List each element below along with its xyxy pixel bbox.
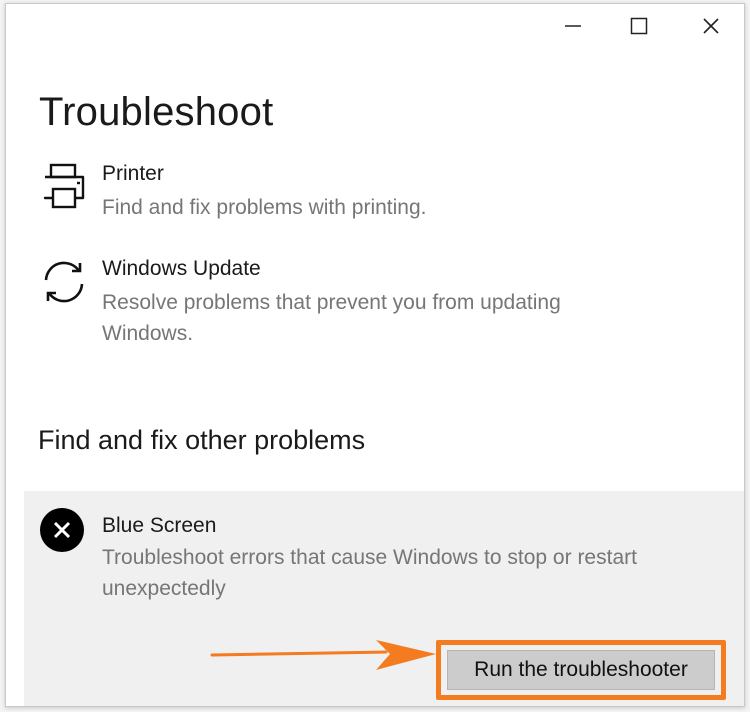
troubleshooter-name: Windows Update (102, 257, 261, 280)
troubleshooter-description: Troubleshoot errors that cause Windows t… (102, 546, 637, 600)
sync-icon (36, 256, 92, 312)
troubleshooter-name: Printer (102, 162, 164, 185)
troubleshooter-printer[interactable]: Printer Find and fix problems with print… (36, 161, 736, 221)
close-button[interactable] (687, 4, 735, 48)
section-heading: Find and fix other problems (38, 425, 366, 455)
minimize-button[interactable] (549, 4, 597, 48)
troubleshooter-blue-screen[interactable]: Blue Screen Troubleshoot errors that cau… (24, 491, 744, 706)
title-bar (6, 4, 744, 48)
close-icon (703, 18, 719, 34)
troubleshooter-description: Resolve problems that prevent you from u… (102, 291, 561, 345)
annotation-arrow (210, 640, 436, 670)
error-x-icon (40, 508, 84, 552)
page-title: Troubleshoot (39, 90, 274, 134)
troubleshooter-description: Find and fix problems with printing. (102, 196, 427, 219)
run-troubleshooter-button[interactable]: Run the troubleshooter (447, 650, 715, 690)
troubleshooter-name: Blue Screen (102, 514, 217, 537)
maximize-button[interactable] (615, 4, 663, 48)
maximize-icon (630, 17, 648, 35)
minimize-icon (565, 25, 581, 27)
settings-window: Troubleshoot Printer Find and fix proble… (5, 3, 745, 707)
troubleshooter-windows-update[interactable]: Windows Update Resolve problems that pre… (36, 256, 736, 348)
printer-icon (36, 161, 92, 217)
